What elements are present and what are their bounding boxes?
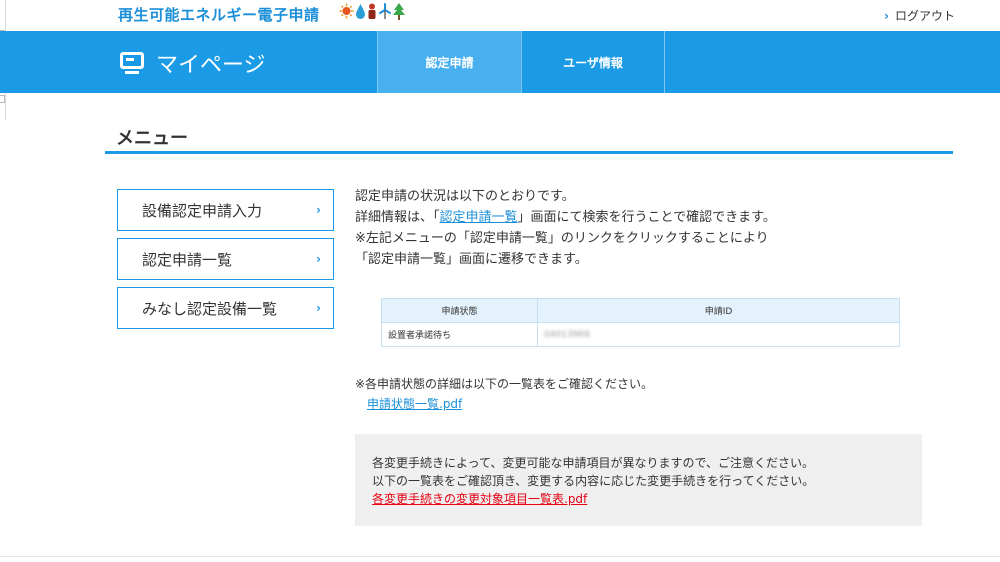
title-divider	[105, 151, 953, 154]
change-items-pdf-link[interactable]: 各変更手続きの変更対象項目一覧表.pdf	[372, 492, 587, 506]
column-header-status: 申請状態	[381, 298, 538, 323]
table-row[interactable]: 設置者承諾待ち 04013969	[381, 322, 900, 347]
cell-status: 設置者承諾待ち	[381, 322, 538, 347]
intro-text: 認定申請の状況は以下のとおりです。 詳細情報は、「認定申請一覧」画面にて検索を行…	[355, 186, 776, 270]
chevron-right-icon: ›	[316, 301, 321, 315]
chevron-right-icon: ›	[316, 252, 321, 266]
menu-item-label: 設備認定申請入力	[142, 201, 263, 220]
main-nav: マイページ 認定申請 ユーザ情報	[0, 31, 1000, 93]
change-notice-box: 各変更手続きによって、変更可能な申請項目が異なりますので、ご注意ください。 以下…	[355, 434, 922, 526]
menu-item-deemed-equipment-list[interactable]: みなし認定設備一覧 ›	[117, 287, 334, 329]
top-header: 再生可能エネルギー電子申請 › ログアウト	[0, 0, 1000, 31]
intro-text-segment: 詳細情報は、「	[355, 210, 440, 225]
chevron-right-icon: ›	[884, 8, 889, 23]
tab-certification-application[interactable]: 認定申請	[377, 31, 521, 93]
intro-text-segment: 」画面にて検索を行うことで確認できます。	[517, 210, 776, 225]
column-header-application-id: 申請ID	[537, 298, 900, 323]
person-mascot-icon	[367, 3, 377, 24]
sun-mascot-icon	[339, 3, 354, 24]
monitor-icon	[120, 52, 144, 74]
mypage-label: マイページ	[156, 53, 266, 78]
mascot-logo	[339, 3, 405, 24]
page-title: メニュー	[116, 128, 188, 149]
logout-label: ログアウト	[894, 9, 955, 23]
site-title[interactable]: 再生可能エネルギー電子申請	[118, 4, 320, 25]
chevron-right-icon: ›	[316, 203, 321, 217]
mypage-link[interactable]: マイページ	[120, 47, 266, 79]
tree-mascot-icon	[393, 3, 405, 24]
windmill-mascot-icon	[378, 3, 392, 24]
notice-line: 各変更手続きによって、変更可能な申請項目が異なりますので、ご注意ください。	[372, 456, 814, 470]
water-drop-mascot-icon	[355, 3, 366, 24]
intro-line: 「認定申請一覧」画面に遷移できます。	[355, 252, 588, 267]
logout-link[interactable]: › ログアウト	[884, 7, 955, 24]
menu-item-application-list[interactable]: 認定申請一覧 ›	[117, 238, 334, 280]
edge-mark	[0, 95, 5, 103]
table-header-row: 申請状態 申請ID	[381, 298, 900, 323]
footer-divider	[0, 556, 1000, 557]
application-list-link[interactable]: 認定申請一覧	[440, 210, 518, 225]
notice-line: 以下の一覧表をご確認頂き、変更する内容に応じた変更手続きを行ってください。	[372, 474, 815, 488]
nav-tabs: 認定申請 ユーザ情報	[377, 31, 665, 93]
intro-line: 認定申請の状況は以下のとおりです。	[355, 189, 575, 204]
status-table: 申請状態 申請ID 設置者承諾待ち 04013969	[381, 298, 900, 347]
tab-user-info[interactable]: ユーザ情報	[521, 31, 665, 93]
status-note: ※各申請状態の詳細は以下の一覧表をご確認ください。	[355, 377, 654, 391]
intro-line: ※左記メニューの「認定申請一覧」のリンクをクリックすることにより	[355, 231, 769, 246]
menu-item-equipment-application-input[interactable]: 設備認定申請入力 ›	[117, 189, 334, 231]
application-id-value: 04013969	[544, 329, 590, 340]
intro-line: 詳細情報は、「認定申請一覧」画面にて検索を行うことで確認できます。	[355, 207, 776, 228]
side-menu: 設備認定申請入力 › 認定申請一覧 › みなし認定設備一覧 ›	[117, 189, 334, 336]
menu-item-label: 認定申請一覧	[142, 250, 233, 269]
status-list-pdf-link[interactable]: 申請状態一覧.pdf	[367, 395, 462, 412]
menu-item-label: みなし認定設備一覧	[142, 299, 278, 318]
cell-application-id[interactable]: 04013969	[537, 322, 900, 347]
